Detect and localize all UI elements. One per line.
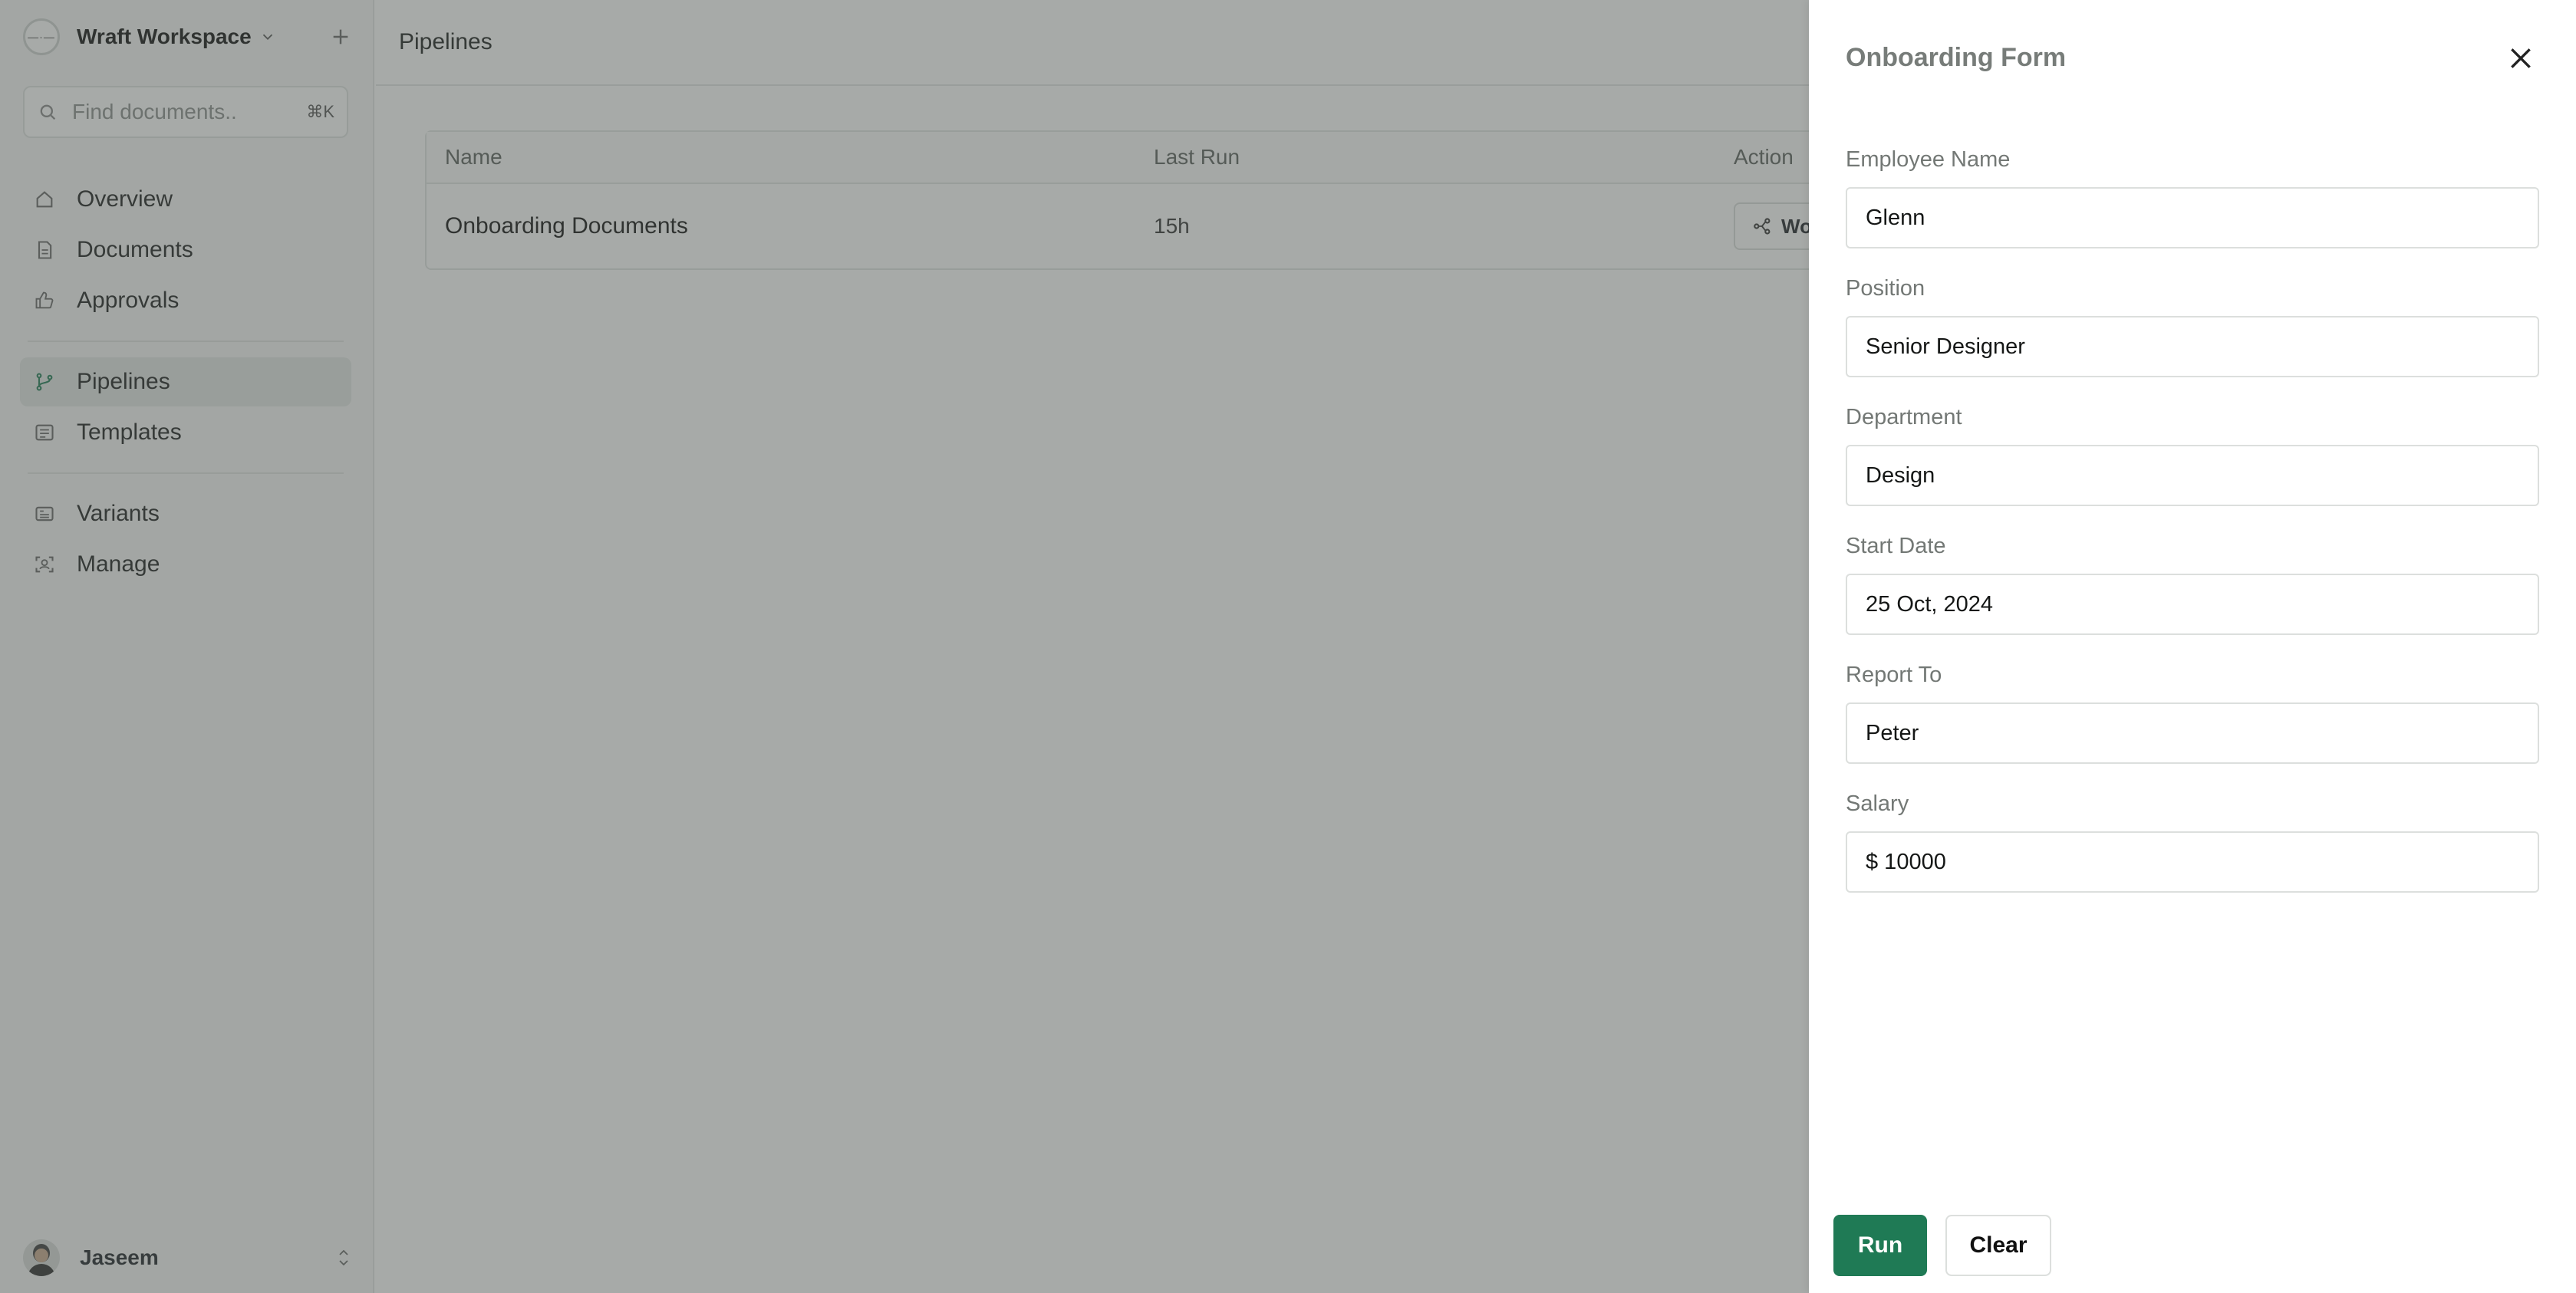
field-label: Start Date (1846, 534, 1946, 558)
modal-backdrop[interactable] (0, 0, 1809, 1293)
run-button[interactable]: Run (1833, 1215, 1927, 1276)
drawer-title: Onboarding Form (1846, 43, 2067, 72)
employee-name-input[interactable]: Glenn (1846, 187, 2539, 248)
clear-button[interactable]: Clear (1945, 1215, 2051, 1276)
employee-name-field: Employee Name Glenn (1846, 144, 2539, 248)
start-date-field: Start Date 25 Oct, 2024 (1846, 531, 2539, 635)
report-to-input[interactable]: Peter (1846, 702, 2539, 764)
salary-field: Salary $ 10000 (1846, 788, 2539, 893)
field-label: Employee Name (1846, 147, 2011, 172)
close-icon[interactable] (2505, 43, 2536, 74)
salary-input[interactable]: $ 10000 (1846, 831, 2539, 893)
field-label: Department (1846, 405, 1962, 429)
report-to-field: Report To Peter (1846, 660, 2539, 764)
field-label: Salary (1846, 791, 1909, 816)
start-date-input[interactable]: 25 Oct, 2024 (1846, 574, 2539, 635)
department-input[interactable]: Design (1846, 445, 2539, 506)
field-label: Position (1846, 276, 1925, 301)
onboarding-form-drawer: Onboarding Form Employee Name Glenn Posi… (1809, 0, 2576, 1293)
department-field: Department Design (1846, 402, 2539, 506)
position-field: Position Senior Designer (1846, 273, 2539, 377)
position-input[interactable]: Senior Designer (1846, 316, 2539, 377)
field-label: Report To (1846, 663, 1942, 687)
